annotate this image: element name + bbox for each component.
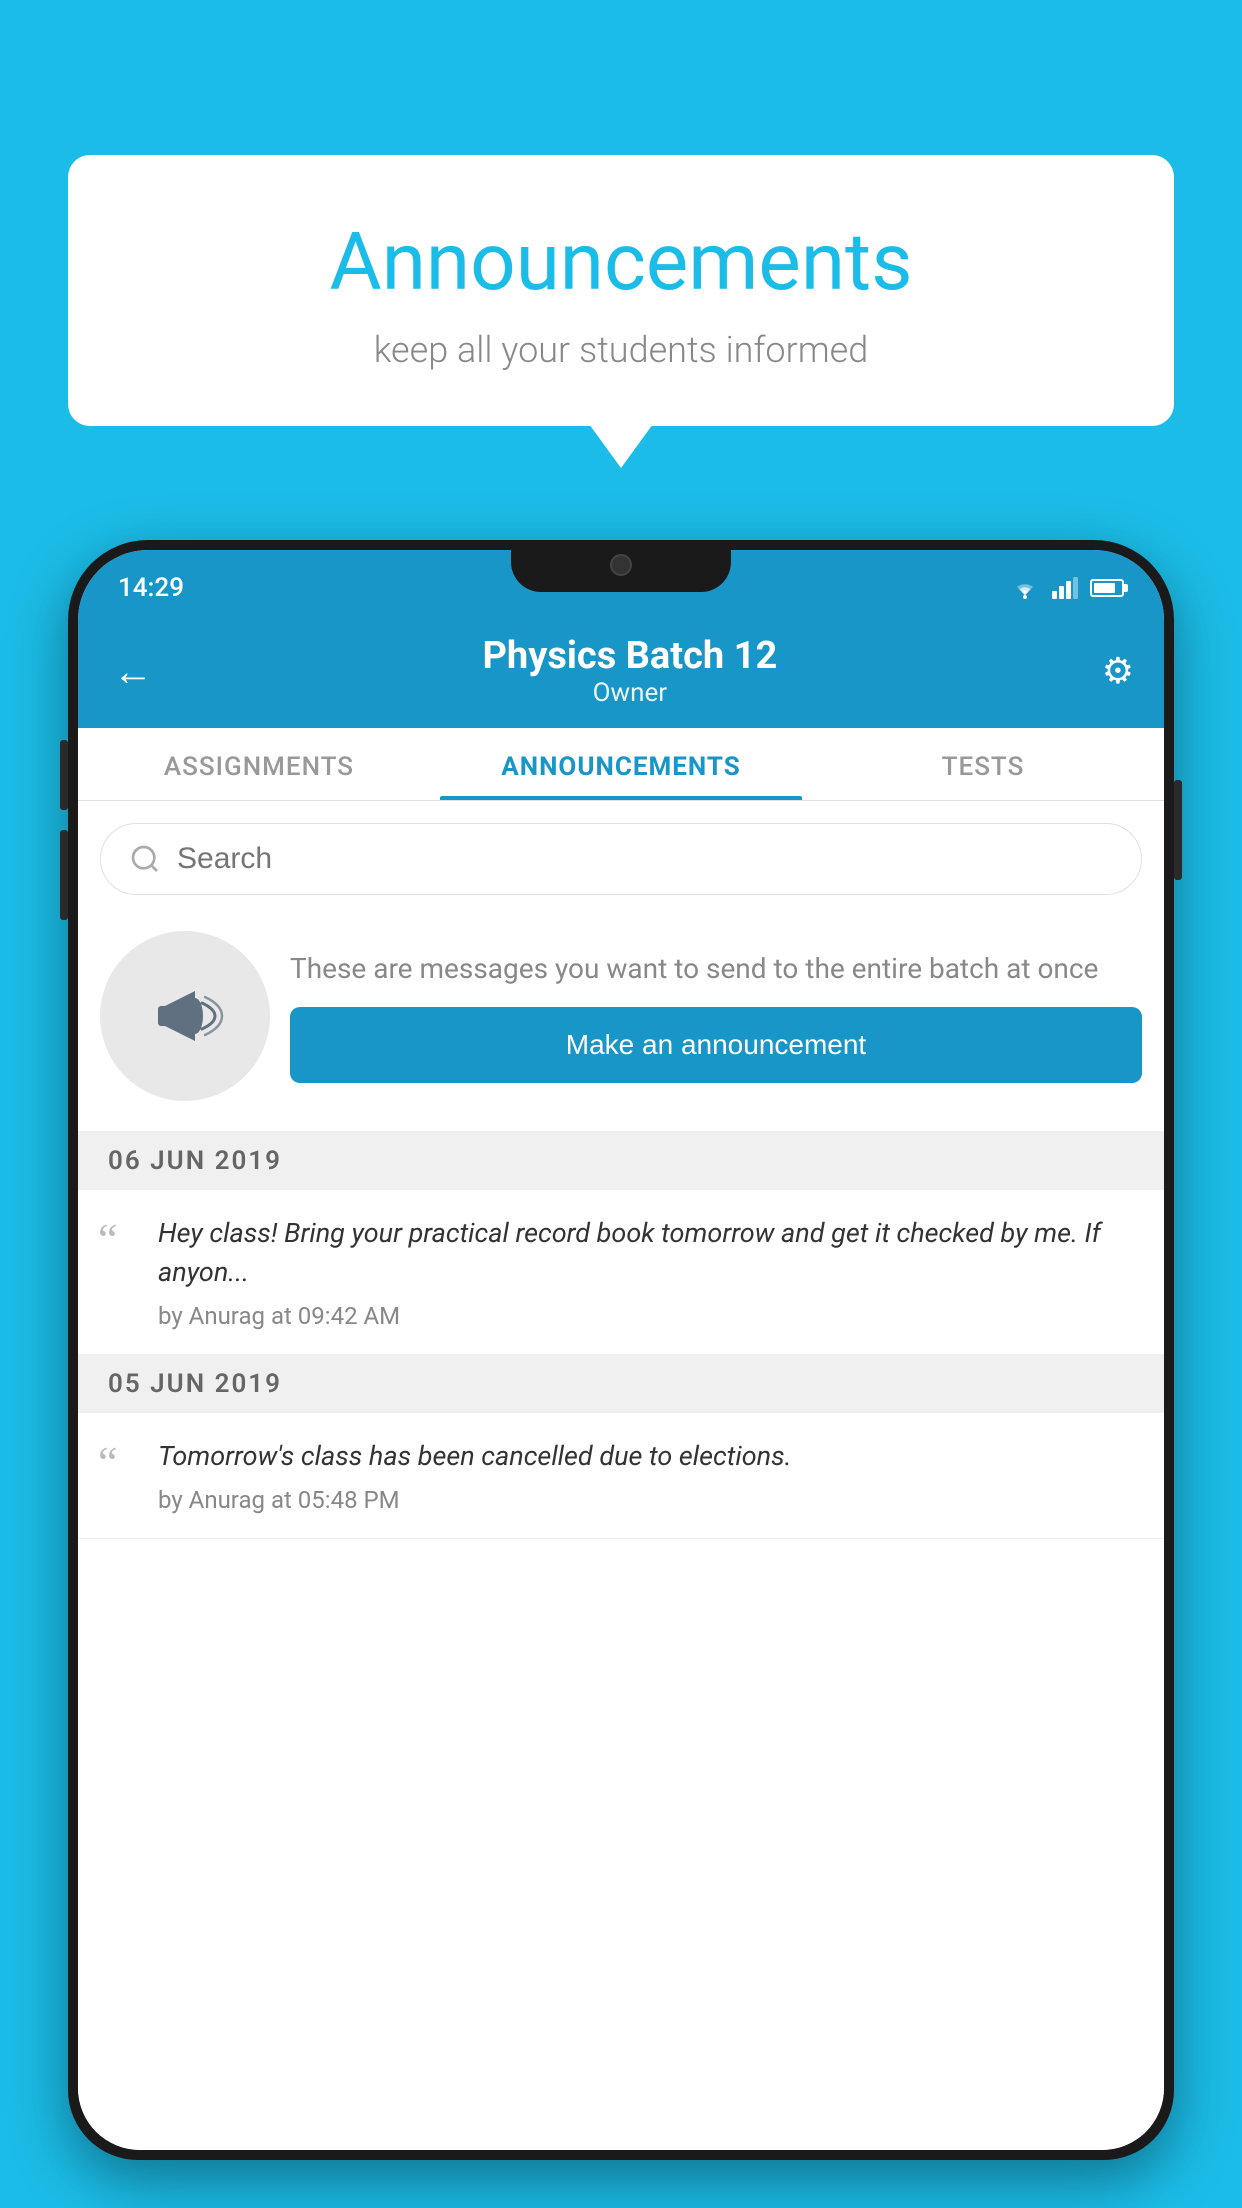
megaphone-icon: [140, 971, 230, 1061]
phone-frame: 14:29: [68, 540, 1174, 2160]
promo-right: These are messages you want to send to t…: [290, 949, 1142, 1082]
speech-bubble-container: Announcements keep all your students inf…: [68, 155, 1174, 426]
announcement-item-2[interactable]: “ Tomorrow's class has been cancelled du…: [78, 1413, 1164, 1539]
tab-tests[interactable]: TESTS: [802, 728, 1164, 800]
tab-bar: ASSIGNMENTS ANNOUNCEMENTS TESTS: [78, 728, 1164, 801]
batch-title: Physics Batch 12: [158, 634, 1102, 678]
phone-container: 14:29: [68, 540, 1174, 2208]
tab-announcements[interactable]: ANNOUNCEMENTS: [440, 728, 802, 800]
wifi-icon: [1010, 577, 1040, 599]
settings-button[interactable]: ⚙: [1102, 650, 1134, 692]
status-icons: [1010, 577, 1124, 599]
make-announcement-button[interactable]: Make an announcement: [290, 1007, 1142, 1083]
batch-role: Owner: [158, 678, 1102, 708]
date-label-1: 06 JUN 2019: [108, 1146, 282, 1176]
phone-notch: [511, 540, 731, 592]
announcement-item-1[interactable]: “ Hey class! Bring your practical record…: [78, 1190, 1164, 1355]
volume-down-button[interactable]: [60, 830, 68, 920]
date-section-1: 06 JUN 2019: [78, 1132, 1164, 1190]
promo-description: These are messages you want to send to t…: [290, 949, 1142, 988]
quote-icon-1: “: [98, 1214, 138, 1330]
header-title: Physics Batch 12 Owner: [158, 634, 1102, 708]
search-bar[interactable]: [100, 823, 1142, 895]
volume-up-button[interactable]: [60, 740, 68, 810]
signal-icon: [1052, 577, 1078, 599]
app-header: ← Physics Batch 12 Owner ⚙: [78, 618, 1164, 728]
status-time: 14:29: [118, 573, 184, 603]
announcement-body-1: Hey class! Bring your practical record b…: [158, 1214, 1144, 1330]
search-input[interactable]: [177, 842, 1113, 876]
announcement-text-1: Hey class! Bring your practical record b…: [158, 1214, 1144, 1292]
search-icon: [129, 843, 161, 875]
announcement-meta-1: by Anurag at 09:42 AM: [158, 1302, 1144, 1330]
bubble-subtitle: keep all your students informed: [108, 329, 1134, 371]
speech-bubble: Announcements keep all your students inf…: [68, 155, 1174, 426]
power-button[interactable]: [1174, 780, 1182, 880]
announcement-meta-2: by Anurag at 05:48 PM: [158, 1486, 1144, 1514]
date-section-2: 05 JUN 2019: [78, 1355, 1164, 1413]
bubble-title: Announcements: [108, 215, 1134, 309]
announcement-body-2: Tomorrow's class has been cancelled due …: [158, 1437, 1144, 1514]
phone-camera: [610, 554, 632, 576]
announcement-text-2: Tomorrow's class has been cancelled due …: [158, 1437, 1144, 1476]
back-button[interactable]: ←: [108, 643, 158, 700]
promo-icon-circle: [100, 931, 270, 1101]
quote-icon-2: “: [98, 1437, 138, 1514]
date-label-2: 05 JUN 2019: [108, 1369, 282, 1399]
phone-screen: 14:29: [78, 550, 1164, 2150]
announcement-promo: These are messages you want to send to t…: [78, 911, 1164, 1132]
battery-icon: [1090, 579, 1124, 597]
tab-assignments[interactable]: ASSIGNMENTS: [78, 728, 440, 800]
content-area: These are messages you want to send to t…: [78, 801, 1164, 2150]
